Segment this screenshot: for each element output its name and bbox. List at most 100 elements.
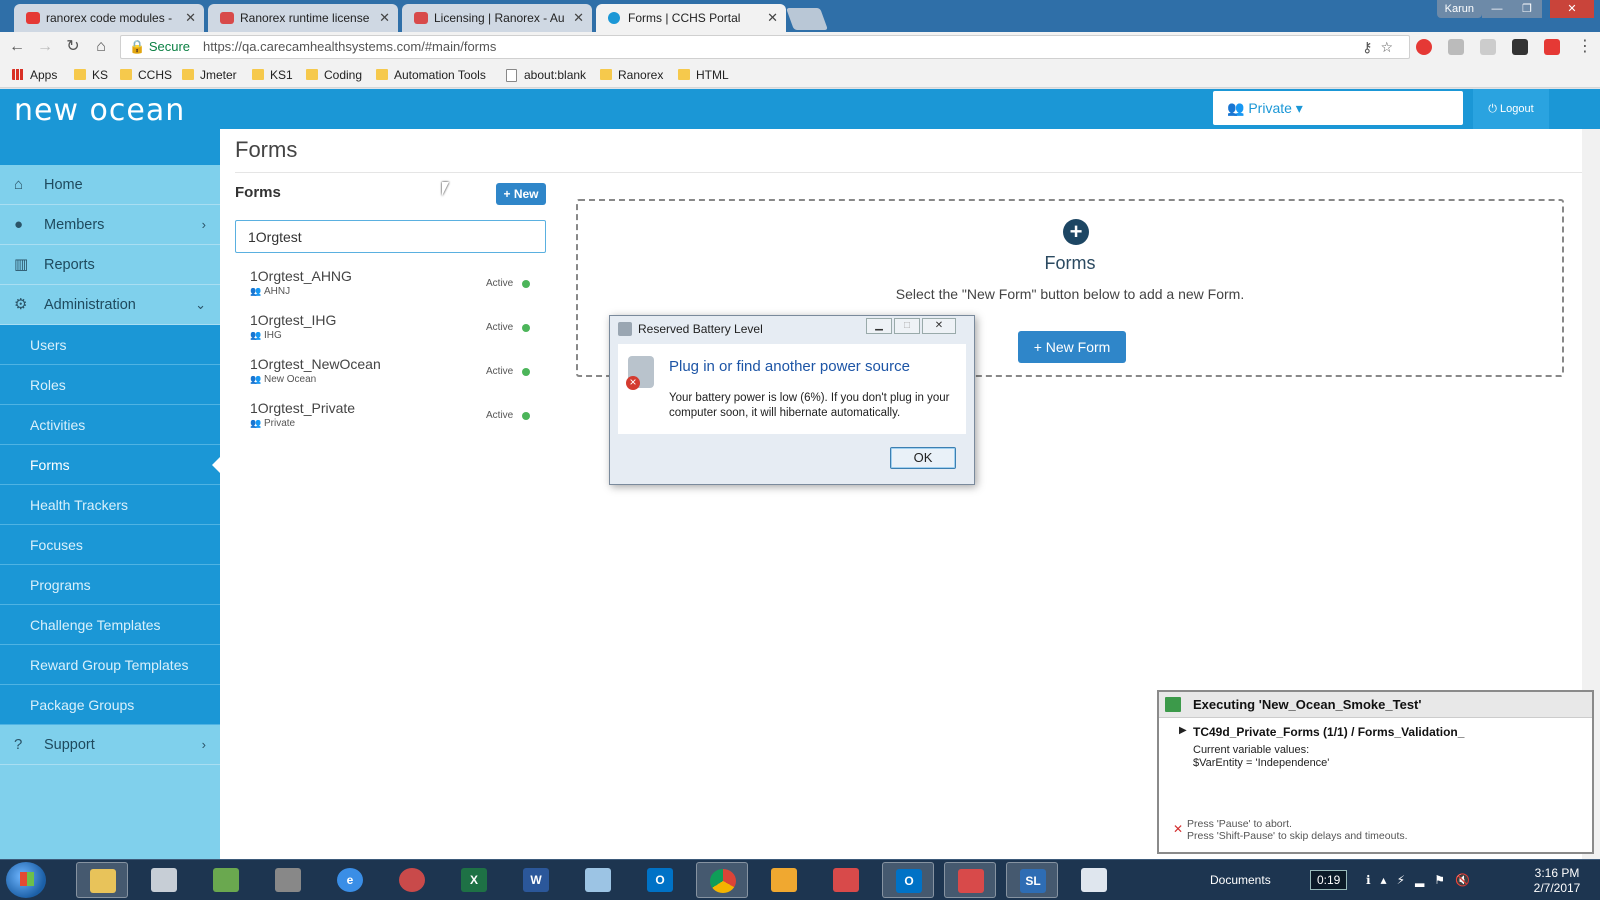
sidebar-item-home[interactable]: ⌂ Home — [0, 165, 220, 205]
taskbar-app-outlook[interactable]: O — [634, 862, 686, 898]
bookmark-folder[interactable]: HTML — [678, 62, 729, 88]
sidebar-item-activities[interactable]: Activities — [0, 405, 220, 445]
taskbar-app-notes[interactable] — [572, 862, 624, 898]
taskbar-app-snipping[interactable] — [262, 862, 314, 898]
window-close-button[interactable]: ✕ — [1550, 0, 1594, 18]
taskbar-app-ie[interactable]: e — [324, 862, 376, 898]
restore-button[interactable]: ❐ — [1512, 0, 1542, 18]
extension-icon[interactable] — [1512, 39, 1528, 55]
bookmark-folder[interactable]: Ranorex — [600, 62, 663, 88]
testcase-label: TC49d_Private_Forms (1/1) / Forms_Valida… — [1193, 725, 1465, 739]
battery-warning-icon — [626, 356, 654, 390]
taskbar-app-window[interactable] — [1068, 862, 1120, 898]
address-bar[interactable]: 🔒 Secure https://qa.carecamhealthsystems… — [120, 35, 1410, 59]
ranorex-extension-icon[interactable] — [1544, 39, 1560, 55]
reload-icon[interactable]: ↻ — [62, 37, 84, 57]
panel-header: Executing 'New_Ocean_Smoke_Test' — [1159, 692, 1592, 718]
org-selector[interactable]: 👥 Private ▾ — [1213, 91, 1463, 125]
bookmark-folder[interactable]: KS — [74, 62, 108, 88]
sidebar-item-reports[interactable]: ▥ Reports — [0, 245, 220, 285]
new-tab-button[interactable] — [785, 8, 829, 30]
taskbar-app-chrome[interactable] — [696, 862, 748, 898]
flag-icon — [1165, 697, 1181, 712]
list-item[interactable]: 1Orgtest_NewOcean New Ocean Active — [250, 356, 530, 398]
sidebar-item-challenge-templates[interactable]: Challenge Templates — [0, 605, 220, 645]
browser-tab[interactable]: Licensing | Ranorex - Au ✕ — [402, 4, 592, 32]
sidebar-item-users[interactable]: Users — [0, 325, 220, 365]
taskbar-app-ranorex[interactable] — [820, 862, 872, 898]
sidebar-item-reward-group-templates[interactable]: Reward Group Templates — [0, 645, 220, 685]
list-item[interactable]: 1Orgtest_Private Private Active — [250, 400, 530, 442]
status-dot-icon — [522, 324, 530, 332]
taskbar-app-sync[interactable] — [758, 862, 810, 898]
profile-button[interactable]: Karun — [1436, 0, 1482, 18]
url-text: https://qa.carecamhealthsystems.com/#mai… — [203, 39, 497, 54]
browser-tab[interactable]: ranorex code modules - ✕ — [14, 4, 204, 32]
sidebar-item-forms[interactable]: Forms — [0, 445, 220, 485]
ok-button[interactable]: OK — [890, 447, 956, 469]
taskbar-app-outlook-2[interactable]: O — [882, 862, 934, 898]
forward-icon[interactable]: → — [34, 37, 56, 57]
taskbar-app-word[interactable]: W — [510, 862, 562, 898]
taskbar-app-ranorex-2[interactable] — [944, 862, 996, 898]
opera-extension-icon[interactable] — [1416, 39, 1432, 55]
close-icon[interactable]: ✕ — [185, 4, 196, 32]
bookmark-folder[interactable]: KS1 — [252, 62, 293, 88]
sidebar-item-members[interactable]: ● Members › — [0, 205, 220, 245]
back-icon[interactable]: ← — [6, 37, 28, 57]
sidebar-item-administration[interactable]: ⚙ Administration ⌄ — [0, 285, 220, 325]
excel-icon: X — [461, 868, 487, 892]
sl-icon: SL — [1020, 869, 1046, 893]
bookmark-folder[interactable]: Jmeter — [182, 62, 237, 88]
close-icon[interactable]: ✕ — [767, 4, 778, 32]
minimize-button[interactable]: — — [1482, 0, 1512, 18]
documents-toolbar[interactable]: Documents — [1210, 860, 1271, 900]
sidebar-item-health-trackers[interactable]: Health Trackers — [0, 485, 220, 525]
forms-search-input[interactable] — [235, 220, 546, 253]
taskbar-app-calculator[interactable] — [138, 862, 190, 898]
sidebar-item-roles[interactable]: Roles — [0, 365, 220, 405]
bookmark-star-icon[interactable]: ⚷☆ — [1362, 36, 1401, 58]
variables-label: Current variable values: — [1193, 744, 1310, 756]
browser-tab-active[interactable]: Forms | CCHS Portal ✕ — [596, 4, 786, 32]
status-dot-icon — [522, 412, 530, 420]
variable-value: $VarEntity = 'Independence' — [1193, 757, 1330, 769]
sidebar-item-programs[interactable]: Programs — [0, 565, 220, 605]
sidebar-item-package-groups[interactable]: Package Groups — [0, 685, 220, 725]
system-tray-icons[interactable]: ℹ▴⚡▂⚑🔇 — [1366, 860, 1480, 900]
help-icon: ? — [14, 736, 23, 753]
new-button[interactable]: + New — [496, 183, 546, 205]
extension-icon[interactable] — [1448, 39, 1464, 55]
dialog-maximize-button[interactable]: □ — [894, 318, 920, 334]
close-icon[interactable]: ✕ — [379, 4, 390, 32]
taskbar-app-excel[interactable]: X — [448, 862, 500, 898]
list-item[interactable]: 1Orgtest_IHG IHG Active — [250, 312, 530, 354]
clock[interactable]: 3:16 PM 2/7/2017 — [1522, 866, 1592, 896]
list-item[interactable]: 1Orgtest_AHNG AHNJ Active — [250, 268, 530, 310]
bookmark-folder[interactable]: CCHS — [120, 62, 172, 88]
divider — [235, 172, 1587, 173]
logout-button[interactable]: ⏻ Logout — [1473, 89, 1549, 129]
dialog-minimize-button[interactable]: ▁ — [866, 318, 892, 334]
taskbar-app-tool[interactable] — [386, 862, 438, 898]
taskbar-app-explorer[interactable] — [76, 862, 128, 898]
taskbar-app-sl[interactable]: SL — [1006, 862, 1058, 898]
home-icon[interactable]: ⌂ — [90, 37, 112, 57]
skip-hint: Press 'Shift-Pause' to skip delays and t… — [1187, 830, 1408, 842]
extension-icon[interactable] — [1480, 39, 1496, 55]
bookmark-page[interactable]: about:blank — [506, 62, 586, 88]
close-icon[interactable]: ✕ — [573, 4, 584, 32]
panel-title: Executing 'New_Ocean_Smoke_Test' — [1193, 697, 1422, 712]
ranorex-progress-panel: Executing 'New_Ocean_Smoke_Test' ▶ TC49d… — [1157, 690, 1594, 854]
new-form-button[interactable]: + New Form — [1018, 331, 1126, 363]
bookmark-apps[interactable]: Apps — [12, 62, 57, 88]
start-button[interactable] — [6, 862, 46, 898]
menu-icon[interactable]: ⋮ — [1574, 37, 1596, 57]
bookmark-folder[interactable]: Automation Tools — [376, 62, 486, 88]
bookmark-folder[interactable]: Coding — [306, 62, 362, 88]
sidebar-item-support[interactable]: ? Support › — [0, 725, 220, 765]
taskbar-app-project[interactable] — [200, 862, 252, 898]
dialog-close-button[interactable]: ✕ — [922, 318, 956, 334]
sidebar-item-focuses[interactable]: Focuses — [0, 525, 220, 565]
browser-tab[interactable]: Ranorex runtime license ✕ — [208, 4, 398, 32]
